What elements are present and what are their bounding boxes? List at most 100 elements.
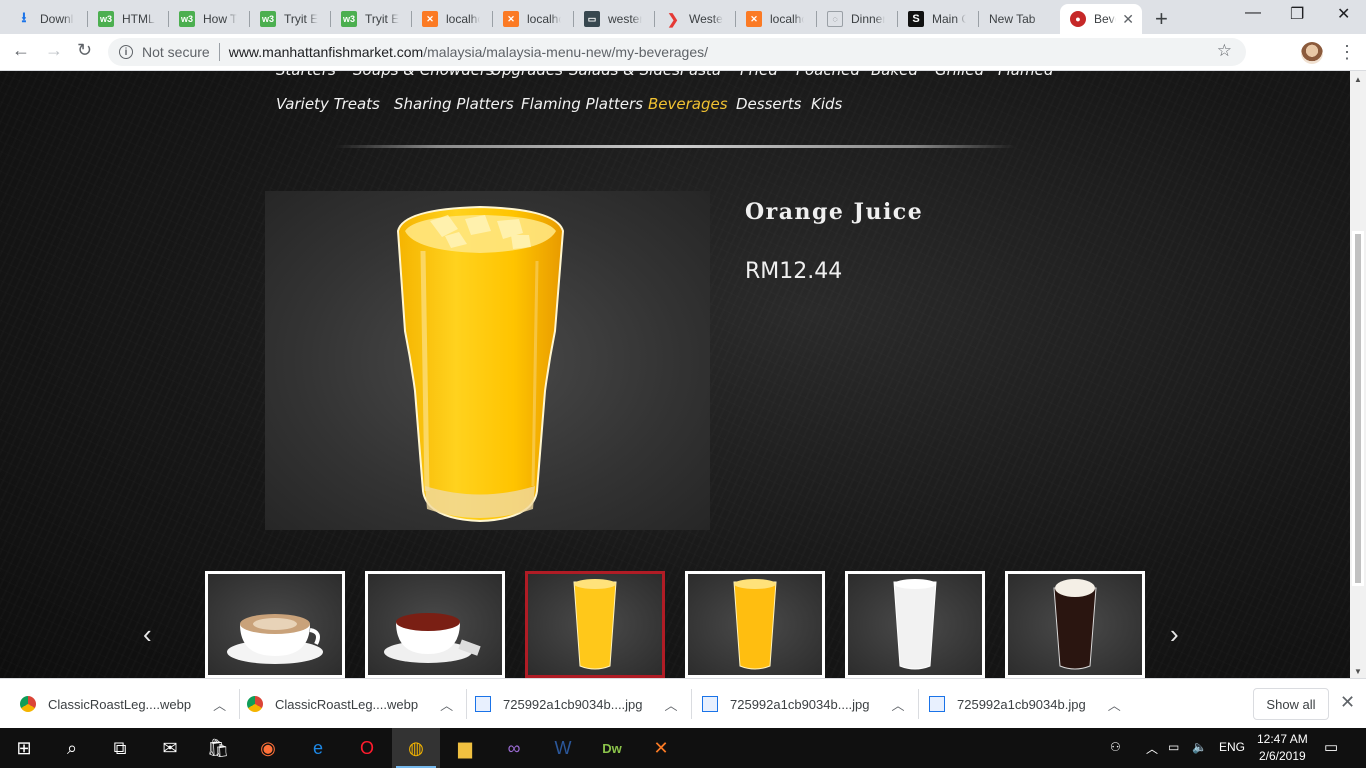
avatar[interactable] — [1301, 42, 1323, 64]
notification-icon[interactable]: ▭ — [1324, 738, 1338, 756]
chrome-taskbar-icon[interactable]: ◍ — [392, 728, 440, 768]
store-icon[interactable]: 🛍 — [194, 728, 242, 768]
download-item[interactable]: 725992a1cb9034b....jpg ︿ — [475, 679, 692, 729]
chalk-divider — [335, 145, 1015, 148]
w3schools-icon: w3 — [260, 11, 276, 27]
new-tab-icon[interactable]: + — [1155, 6, 1168, 32]
tray-chevron-icon[interactable]: ︿ — [1146, 740, 1158, 757]
chevron-up-icon[interactable]: ︿ — [892, 695, 905, 714]
opera-icon[interactable]: O — [343, 728, 391, 768]
scroll-down-icon[interactable]: ▼ — [1354, 667, 1362, 676]
thumbnail-orange-juice-selected[interactable] — [525, 571, 665, 678]
scroll-up-icon[interactable]: ▲ — [1354, 75, 1362, 84]
category-desserts[interactable]: Desserts — [736, 95, 802, 113]
address-bar[interactable]: i Not secure www.manhattanfishmarket.com… — [108, 38, 1246, 66]
show-all-button[interactable]: Show all — [1253, 688, 1329, 720]
tab-main-course[interactable]: SMain Co — [898, 4, 979, 34]
thumbnail-cappuccino[interactable] — [205, 571, 345, 678]
fishmarket-icon: ● — [1070, 11, 1086, 27]
browser-toolbar: ← → ↻ i Not secure www.manhattanfishmark… — [0, 34, 1366, 71]
category-upgrades[interactable]: Upgrades — [491, 71, 563, 79]
edge-icon[interactable]: e — [294, 728, 342, 768]
category-soups[interactable]: Soups & Chowders — [353, 71, 494, 79]
thumbnail-tea[interactable] — [365, 571, 505, 678]
category-starters[interactable]: Starters — [276, 71, 336, 79]
bookmark-star-icon[interactable]: ☆ — [1217, 41, 1232, 61]
category-beverages[interactable]: Beverages — [648, 95, 728, 113]
minimize-icon[interactable]: — — [1245, 4, 1261, 22]
close-tab-icon[interactable]: ✕ — [1122, 11, 1134, 28]
chevron-up-icon[interactable]: ︿ — [440, 695, 453, 714]
category-salads[interactable]: Salads & Sides — [569, 71, 680, 79]
thumbnail-orange-juice[interactable] — [685, 571, 825, 678]
close-window-icon[interactable]: ✕ — [1337, 4, 1350, 24]
language-indicator[interactable]: ENG — [1219, 740, 1245, 754]
category-pasta[interactable]: Pasta — [680, 71, 721, 79]
more-menu-icon[interactable]: ⋮ — [1338, 42, 1356, 63]
category-baked[interactable]: Baked — [871, 71, 918, 79]
download-item[interactable]: ClassicRoastLeg....webp ︿ — [20, 679, 241, 729]
tab-dinner[interactable]: ◌ Dinner — [817, 4, 898, 34]
firefox-icon[interactable]: ◉ — [244, 728, 292, 768]
tab-western-1[interactable]: ▭western — [574, 4, 655, 34]
word-icon[interactable]: W — [539, 728, 587, 768]
windows-start-icon[interactable]: ⊞ — [0, 728, 48, 768]
download-item[interactable]: ClassicRoastLeg....webp ︿ — [247, 679, 468, 729]
xampp-taskbar-icon[interactable]: ✕ — [637, 728, 685, 768]
w3schools-icon: w3 — [179, 11, 195, 27]
tab-how-to[interactable]: w3How To — [169, 4, 250, 34]
close-shelf-icon[interactable]: ✕ — [1340, 692, 1355, 713]
url-host: www.manhattanfishmarket.com — [228, 44, 424, 60]
scrollbar-thumb[interactable] — [1352, 231, 1364, 586]
tab-localhost-1[interactable]: ✕localhos — [412, 4, 493, 34]
battery-icon[interactable]: ▭ — [1168, 740, 1179, 754]
category-grilled[interactable]: Grilled — [935, 71, 984, 79]
dreamweaver-icon[interactable]: Dw — [588, 728, 636, 768]
thumbnail-milk-drink[interactable] — [845, 571, 985, 678]
download-item[interactable]: 725992a1cb9034b.jpg ︿ — [929, 679, 1121, 729]
download-item[interactable]: 725992a1cb9034b....jpg ︿ — [702, 679, 919, 729]
tab-new-tab[interactable]: New Tab — [979, 4, 1060, 34]
maximize-icon[interactable]: ❐ — [1290, 4, 1304, 24]
tab-western-2[interactable]: ❯Western — [655, 4, 736, 34]
tab-tryit-1[interactable]: w3Tryit Ed — [250, 4, 331, 34]
clock[interactable]: 12:47 AM 2/6/2019 — [1257, 731, 1308, 765]
play-icon: ❯ — [667, 10, 679, 27]
tab-beverages[interactable]: ●Beve ✕ — [1060, 4, 1142, 34]
tab-localhost-3[interactable]: ✕localhos — [736, 4, 817, 34]
back-icon[interactable]: ← — [12, 40, 30, 61]
task-view-icon[interactable]: ⧉ — [96, 728, 144, 768]
orange-juice-image — [733, 579, 777, 670]
category-flaming-platters[interactable]: Flaming Platters — [521, 95, 643, 113]
image-file-icon — [475, 696, 491, 712]
tab-tryit-2[interactable]: w3Tryit Ed — [331, 4, 412, 34]
tab-downloads[interactable]: ⭳Downlo — [6, 4, 88, 34]
page-viewport: Starters Soups & Chowders Upgrades Salad… — [0, 71, 1350, 678]
forward-icon[interactable]: → — [45, 40, 63, 61]
volume-icon[interactable]: 🔈 — [1192, 740, 1207, 754]
people-icon[interactable]: ⚇ — [1110, 740, 1121, 754]
category-poached[interactable]: Poached — [796, 71, 860, 79]
mail-icon[interactable]: ✉ — [146, 728, 194, 768]
download-shelf: ClassicRoastLeg....webp ︿ ClassicRoastLe… — [0, 678, 1366, 728]
category-fried[interactable]: Fried — [740, 71, 778, 79]
chevron-up-icon[interactable]: ︿ — [665, 695, 678, 714]
info-icon[interactable]: i — [119, 45, 133, 59]
file-explorer-icon[interactable]: ▆ — [441, 728, 489, 768]
image-file-icon — [702, 696, 718, 712]
category-variety-treats[interactable]: Variety Treats — [276, 95, 380, 113]
tab-localhost-2[interactable]: ✕localhos — [493, 4, 574, 34]
category-sharing-platters[interactable]: Sharing Platters — [394, 95, 514, 113]
chevron-up-icon[interactable]: ︿ — [213, 695, 226, 714]
chrome-icon — [247, 696, 263, 712]
search-icon[interactable]: ⌕ — [48, 728, 96, 768]
category-flamed[interactable]: Flamed — [998, 71, 1053, 79]
chevron-up-icon[interactable]: ︿ — [1108, 695, 1121, 714]
reload-icon[interactable]: ↻ — [77, 40, 92, 61]
visual-studio-icon[interactable]: ∞ — [490, 728, 538, 768]
category-kids[interactable]: Kids — [811, 95, 842, 113]
tab-html-ref[interactable]: w3HTML R — [88, 4, 169, 34]
thumbnail-cola-float[interactable] — [1005, 571, 1145, 678]
page-scrollbar[interactable]: ▲ ▼ — [1350, 71, 1366, 678]
tea-image — [384, 613, 481, 663]
